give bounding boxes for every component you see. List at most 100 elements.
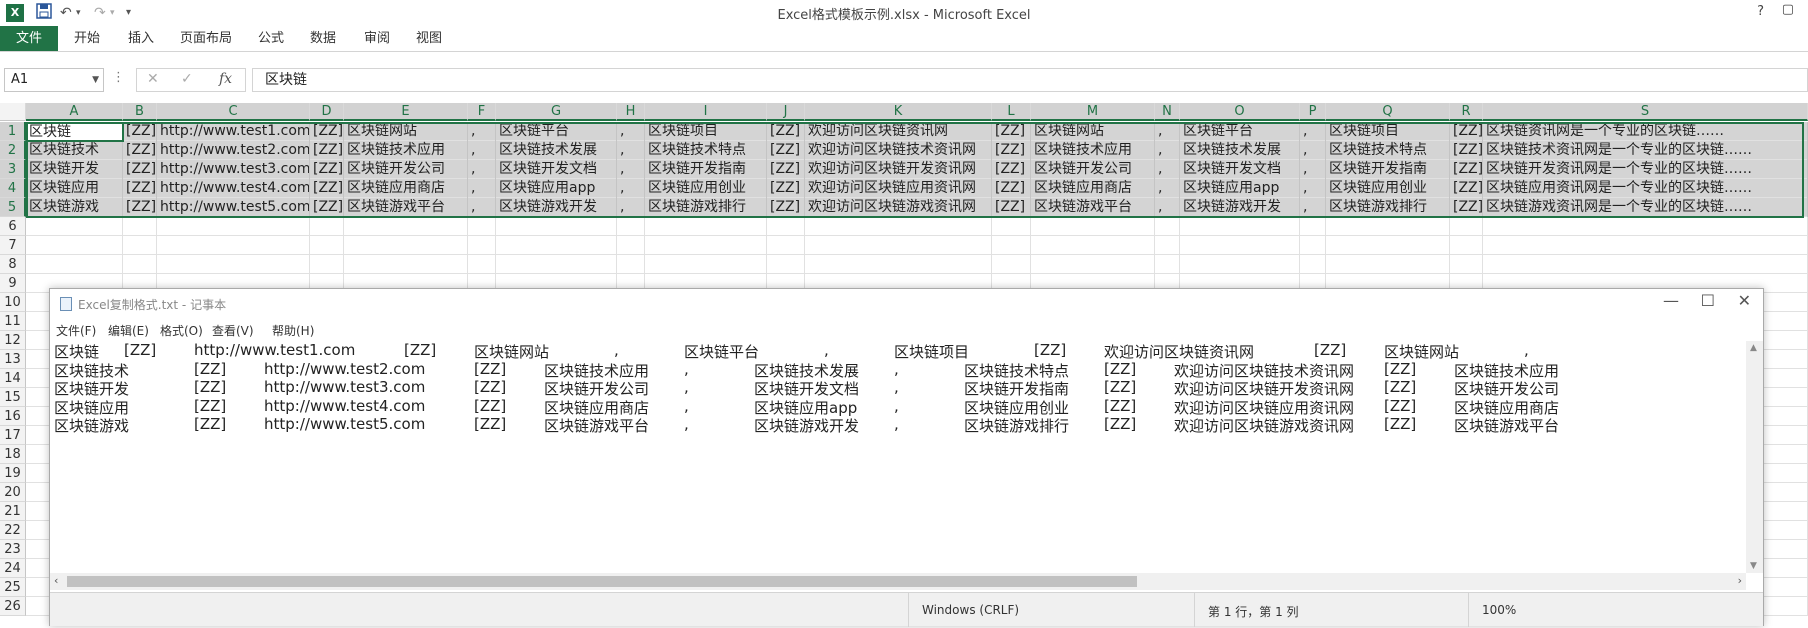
cell[interactable]: , [617,122,645,141]
column-header-c[interactable]: C [157,103,310,121]
cell[interactable]: http://www.test1.com [157,122,310,141]
cell[interactable] [645,255,767,274]
tab-file[interactable]: 文件 [0,26,58,51]
cell[interactable]: [ZZ] [767,160,805,179]
more-icon[interactable]: ⋮ [112,70,125,85]
cell[interactable]: 区块链技术应用 [1031,141,1155,160]
cell[interactable] [344,236,468,255]
cell[interactable]: 区块链游戏排行 [1326,198,1450,217]
cell[interactable] [468,217,496,236]
insert-function-icon[interactable]: fx [219,71,232,87]
cell[interactable] [26,255,123,274]
cell[interactable]: , [617,141,645,160]
row-header[interactable]: 2 [0,141,26,160]
cell[interactable] [992,255,1031,274]
cell[interactable]: [ZZ] [123,198,157,217]
cell[interactable]: [ZZ] [992,160,1031,179]
cell[interactable]: [ZZ] [310,198,344,217]
scrollbar-thumb[interactable] [67,576,1137,587]
cell[interactable] [767,217,805,236]
row-header[interactable]: 17 [0,426,26,445]
cell[interactable]: [ZZ] [1450,179,1483,198]
column-header-n[interactable]: N [1155,103,1180,121]
scroll-right-icon[interactable]: › [1738,574,1742,587]
column-header-b[interactable]: B [123,103,157,121]
cell[interactable] [1180,255,1300,274]
cell[interactable]: 区块链应用创业 [645,179,767,198]
confirm-icon[interactable]: ✓ [181,71,193,87]
cell[interactable]: [ZZ] [1450,160,1483,179]
row-header[interactable]: 9 [0,274,26,293]
cell[interactable] [1180,236,1300,255]
cell[interactable]: 区块链技术特点 [645,141,767,160]
cell[interactable]: 区块链游戏平台 [1031,198,1155,217]
cell[interactable] [157,255,310,274]
column-header-q[interactable]: Q [1326,103,1450,121]
cell[interactable]: 区块链游戏资讯网是一个专业的区块链…… [1483,198,1808,217]
cell[interactable] [157,217,310,236]
cell[interactable]: 欢迎访问区块链应用资讯网 [805,179,992,198]
cell[interactable]: [ZZ] [1450,141,1483,160]
cell[interactable]: 区块链网站 [344,122,468,141]
vertical-scrollbar[interactable]: ▲ ▼ [1746,341,1763,573]
cell[interactable]: [ZZ] [992,122,1031,141]
cell[interactable]: 区块链项目 [1326,122,1450,141]
cell[interactable]: 区块链应用app [496,179,617,198]
tab-home[interactable]: 开始 [74,26,100,51]
maximize-icon[interactable]: ☐ [1701,291,1715,310]
scroll-up-icon[interactable]: ▲ [1750,343,1757,353]
name-box[interactable]: A1 ▼ [4,68,104,92]
cell[interactable]: , [1300,179,1326,198]
row-header[interactable]: 3 [0,160,26,179]
row-header[interactable]: 23 [0,540,26,559]
cell[interactable]: 区块链网站 [1031,122,1155,141]
cell[interactable]: 区块链应用资讯网是一个专业的区块链…… [1483,179,1808,198]
row-header[interactable]: 5 [0,198,26,217]
cell[interactable] [1300,255,1326,274]
cell[interactable]: [ZZ] [310,141,344,160]
cell[interactable]: , [468,122,496,141]
cell[interactable]: 区块链开发指南 [1326,160,1450,179]
cell[interactable] [1450,236,1483,255]
row-header[interactable]: 24 [0,559,26,578]
cell[interactable] [767,236,805,255]
tab-view[interactable]: 视图 [416,26,442,51]
cell[interactable] [617,236,645,255]
column-header-s[interactable]: S [1483,103,1808,121]
cell[interactable]: , [1300,198,1326,217]
cell[interactable]: 区块链游戏开发 [496,198,617,217]
menu-format[interactable]: 格式(O) [160,322,203,339]
cell[interactable] [1031,255,1155,274]
cell[interactable]: 区块链技术特点 [1326,141,1450,160]
scroll-left-icon[interactable]: ‹ [54,574,58,587]
cell[interactable]: 区块链游戏 [26,198,123,217]
column-header-d[interactable]: D [310,103,344,121]
cell[interactable] [310,236,344,255]
row-header[interactable]: 12 [0,331,26,350]
cell[interactable]: 区块链游戏开发 [1180,198,1300,217]
cell[interactable] [1326,217,1450,236]
column-header-f[interactable]: F [468,103,496,121]
cell[interactable]: [ZZ] [767,141,805,160]
row-header[interactable]: 6 [0,217,26,236]
cell[interactable] [310,217,344,236]
cell[interactable]: , [617,198,645,217]
row-header[interactable]: 10 [0,293,26,312]
cell[interactable]: [ZZ] [767,122,805,141]
cell[interactable]: , [468,160,496,179]
cell[interactable] [1180,217,1300,236]
cell[interactable] [123,217,157,236]
cell[interactable] [805,217,992,236]
cell[interactable]: 区块链开发 [26,160,123,179]
row-header[interactable]: 8 [0,255,26,274]
cell[interactable] [1483,217,1808,236]
tab-data[interactable]: 数据 [310,26,336,51]
column-header-i[interactable]: I [645,103,767,121]
cell[interactable] [468,236,496,255]
cell[interactable]: , [617,160,645,179]
row-header[interactable]: 18 [0,445,26,464]
cell[interactable] [496,255,617,274]
cell[interactable] [1483,255,1808,274]
cell[interactable]: [ZZ] [1450,198,1483,217]
cell[interactable]: , [468,141,496,160]
